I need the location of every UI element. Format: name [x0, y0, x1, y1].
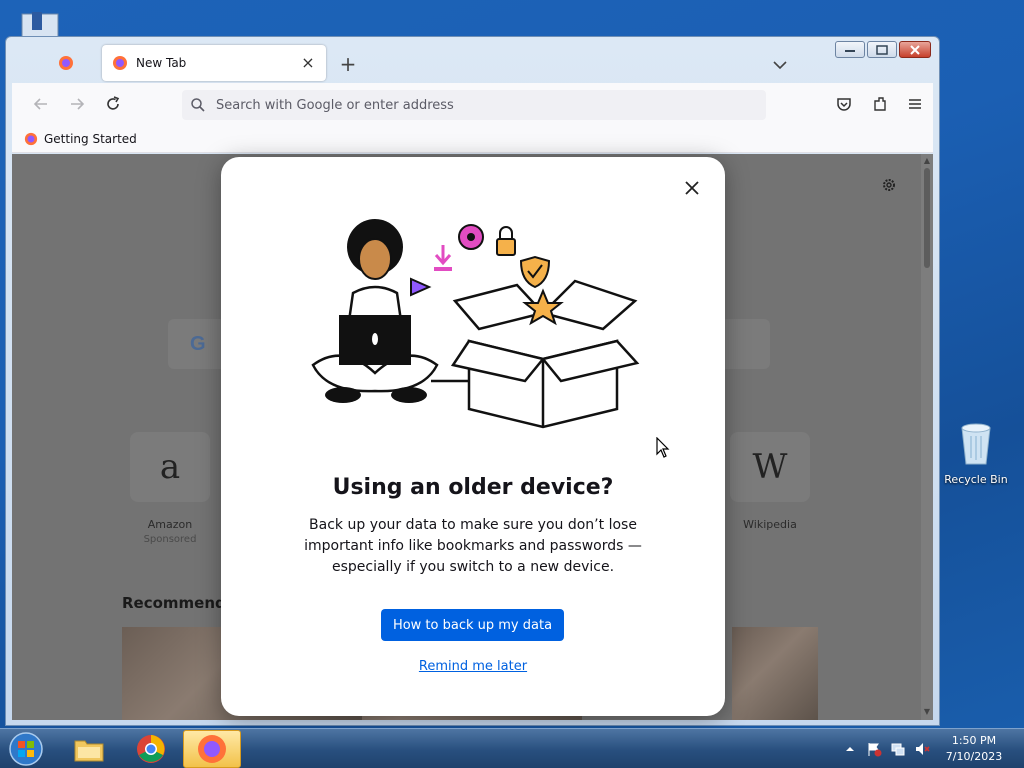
backup-data-button[interactable]: How to back up my data: [381, 609, 564, 641]
navigation-toolbar: [12, 83, 933, 125]
close-icon: [910, 44, 920, 55]
show-hidden-icons-icon[interactable]: [842, 741, 858, 757]
top-site-wikipedia[interactable]: W Wikipedia: [730, 432, 810, 531]
close-icon[interactable]: [683, 179, 701, 197]
mouse-cursor-icon: [656, 437, 670, 458]
gear-icon[interactable]: [880, 176, 898, 194]
maximize-button[interactable]: [867, 41, 897, 58]
extensions-icon[interactable]: [871, 95, 889, 113]
tile-name: Amazon: [147, 518, 193, 531]
top-site-amazon[interactable]: a Amazon Sponsored: [130, 432, 210, 545]
close-window-button[interactable]: [899, 41, 931, 58]
scrollbar-thumb[interactable]: [924, 168, 930, 268]
dialog-body: Back up your data to make sure you don’t…: [304, 517, 642, 575]
action-center-flag-icon[interactable]: [866, 741, 882, 757]
firefox-icon[interactable]: [58, 55, 74, 71]
desktop-shortcut-icon[interactable]: [16, 10, 62, 38]
search-icon: [191, 98, 205, 112]
taskbar-chrome[interactable]: [122, 730, 180, 768]
tab-new-tab[interactable]: New Tab ×: [102, 45, 326, 81]
taskbar-file-explorer[interactable]: [60, 730, 118, 768]
volume-muted-icon[interactable]: [914, 741, 930, 757]
pocket-icon[interactable]: [835, 95, 853, 113]
scroll-up-icon[interactable]: ▲: [923, 157, 931, 165]
clock-time: 1:50 PM: [951, 734, 997, 747]
story-card-image[interactable]: [732, 627, 818, 720]
recommended-heading: Recommende: [122, 594, 236, 612]
remind-me-later-link[interactable]: Remind me later: [221, 659, 725, 674]
amazon-icon: a: [130, 432, 210, 502]
wikipedia-icon: W: [730, 432, 810, 502]
start-button[interactable]: [6, 731, 46, 767]
bookmark-label: Getting Started: [44, 131, 137, 146]
reload-icon[interactable]: [104, 95, 122, 113]
firefox-icon: [113, 56, 127, 70]
tile-sponsored-label: Sponsored: [143, 534, 197, 545]
bookmarks-toolbar: Getting Started: [12, 125, 933, 153]
google-logo: G: [190, 333, 206, 355]
menu-icon[interactable]: [906, 95, 924, 113]
recycle-bin-label: Recycle Bin: [944, 473, 1008, 486]
folder-icon: [74, 740, 104, 762]
chrome-icon: [137, 735, 165, 763]
recycle-bin-icon: [961, 423, 991, 465]
clock-date: 7/10/2023: [945, 750, 1003, 763]
firefox-icon: [198, 735, 226, 763]
system-tray: [842, 741, 930, 757]
address-input[interactable]: [216, 97, 716, 113]
firefox-icon: [24, 132, 38, 145]
illustration-person-with-box: [311, 219, 640, 429]
restore-icon: [876, 44, 888, 55]
new-tab-button[interactable]: +: [338, 54, 358, 75]
tab-list-icon[interactable]: [772, 57, 788, 73]
dialog-title: Using an older device?: [332, 475, 614, 500]
close-tab-button[interactable]: ×: [300, 55, 316, 71]
back-icon[interactable]: [32, 95, 50, 113]
page-scrollbar[interactable]: ▲ ▼: [921, 154, 933, 720]
bookmark-getting-started[interactable]: Getting Started: [24, 132, 137, 146]
taskbar-clock[interactable]: 1:50 PM 7/10/2023: [940, 733, 1008, 765]
address-bar[interactable]: [182, 90, 766, 120]
taskbar-firefox[interactable]: [183, 730, 241, 768]
recycle-bin[interactable]: Recycle Bin: [940, 422, 1012, 486]
forward-icon[interactable]: [68, 95, 86, 113]
tile-name: Wikipedia: [743, 518, 797, 531]
tab-strip: New Tab × +: [12, 43, 859, 81]
network-icon[interactable]: [890, 741, 906, 757]
backup-dialog: Using an older device? Back up your data…: [221, 157, 725, 716]
scroll-down-icon[interactable]: ▼: [923, 708, 931, 716]
taskbar: 1:50 PM 7/10/2023: [0, 728, 1024, 768]
tab-title: New Tab: [136, 56, 187, 70]
